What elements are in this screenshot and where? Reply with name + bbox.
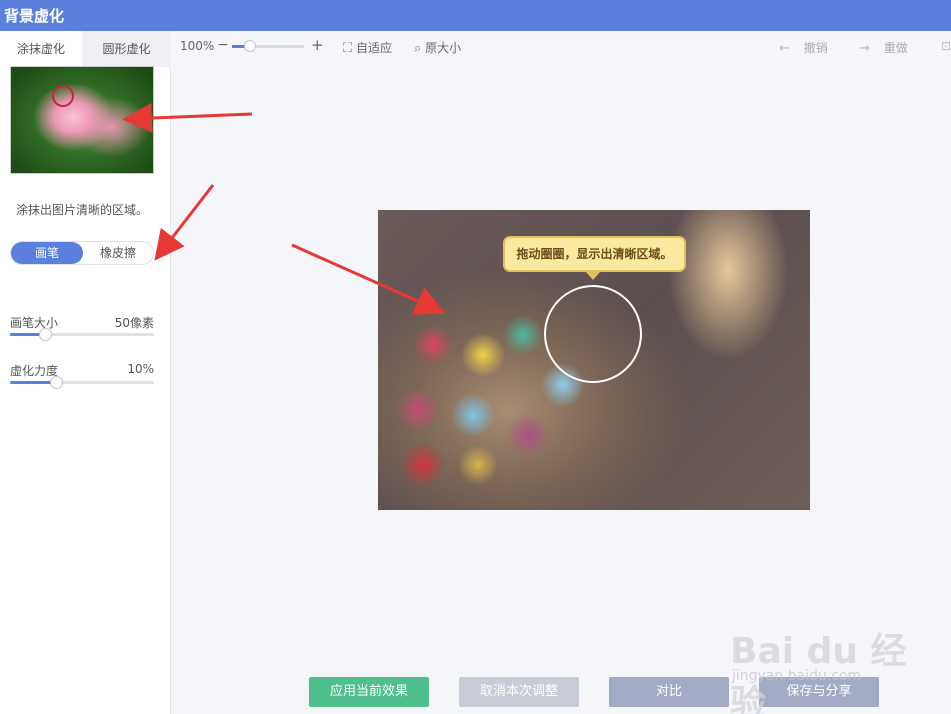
blur-strength-control: 虚化力度 10% (10, 362, 154, 392)
eraser-button[interactable]: 橡皮擦 (83, 242, 153, 264)
preview-thumbnail (10, 66, 154, 174)
undo-button[interactable]: ← 撤销 (779, 39, 828, 56)
save-share-button[interactable]: 保存与分享 (759, 677, 879, 707)
redo-arrow-icon: → (859, 41, 870, 56)
tab-circle-blur[interactable]: 圆形虚化 (82, 31, 171, 67)
fit-screen-icon: ⛶ (343, 41, 353, 56)
brush-mode-toggle: 画笔 橡皮擦 (10, 241, 154, 265)
drag-ring-tooltip: 拖动圈圈，显示出清晰区域。 (503, 236, 686, 272)
blur-strength-handle[interactable] (50, 376, 64, 389)
zoom-value: 100% (180, 39, 215, 53)
original-size-label: 原大小 (425, 41, 462, 55)
original-size-button[interactable]: ⌕ 原大小 (414, 39, 461, 56)
blur-strength-value: 10% (127, 362, 154, 376)
apply-effect-button[interactable]: 应用当前效果 (309, 677, 429, 707)
zoom-in-button[interactable]: + (311, 36, 324, 54)
tooltip-pointer (586, 272, 600, 280)
undo-label: 撤销 (803, 41, 828, 55)
compare-button[interactable]: 对比 (609, 677, 729, 707)
toolbar: 100% − + ⛶ 自适应 ⌕ 原大小 ← 撤销 → 重做 ⊡ (171, 31, 951, 61)
redo-label: 重做 (883, 41, 908, 55)
blur-mode-tabs: 涂抹虚化 圆形虚化 (0, 31, 171, 67)
tab-smear-blur[interactable]: 涂抹虚化 (0, 31, 82, 67)
zoom-slider-handle[interactable] (244, 40, 256, 52)
cancel-adjustment-button[interactable]: 取消本次调整 (459, 677, 579, 707)
brush-size-handle[interactable] (38, 328, 52, 341)
brush-size-slider[interactable] (10, 328, 154, 341)
brush-size-label: 画笔大小 (10, 316, 59, 330)
magnifier-icon: ⌕ (414, 41, 422, 56)
window-title: 背景虚化 (4, 7, 65, 25)
zoom-slider[interactable] (232, 40, 304, 52)
brush-size-control: 画笔大小 50像素 (10, 314, 154, 344)
thumbnail-focus-circle (52, 85, 74, 107)
focus-ring[interactable] (544, 285, 642, 383)
smear-hint: 涂抹出图片清晰的区域。 (16, 203, 149, 217)
blur-strength-slider[interactable] (10, 376, 154, 389)
zoom-out-button[interactable]: − (217, 37, 229, 53)
blur-strength-label: 虚化力度 (10, 364, 59, 378)
brush-size-value: 50像素 (114, 316, 154, 330)
title-bar: 背景虚化 (0, 0, 951, 31)
fit-label: 自适应 (355, 41, 392, 55)
undo-arrow-icon: ← (779, 41, 790, 56)
brush-button[interactable]: 画笔 (11, 242, 83, 264)
fit-button[interactable]: ⛶ 自适应 (343, 39, 392, 56)
redo-button[interactable]: → 重做 (859, 39, 908, 56)
expand-icon[interactable]: ⊡ (941, 39, 951, 53)
